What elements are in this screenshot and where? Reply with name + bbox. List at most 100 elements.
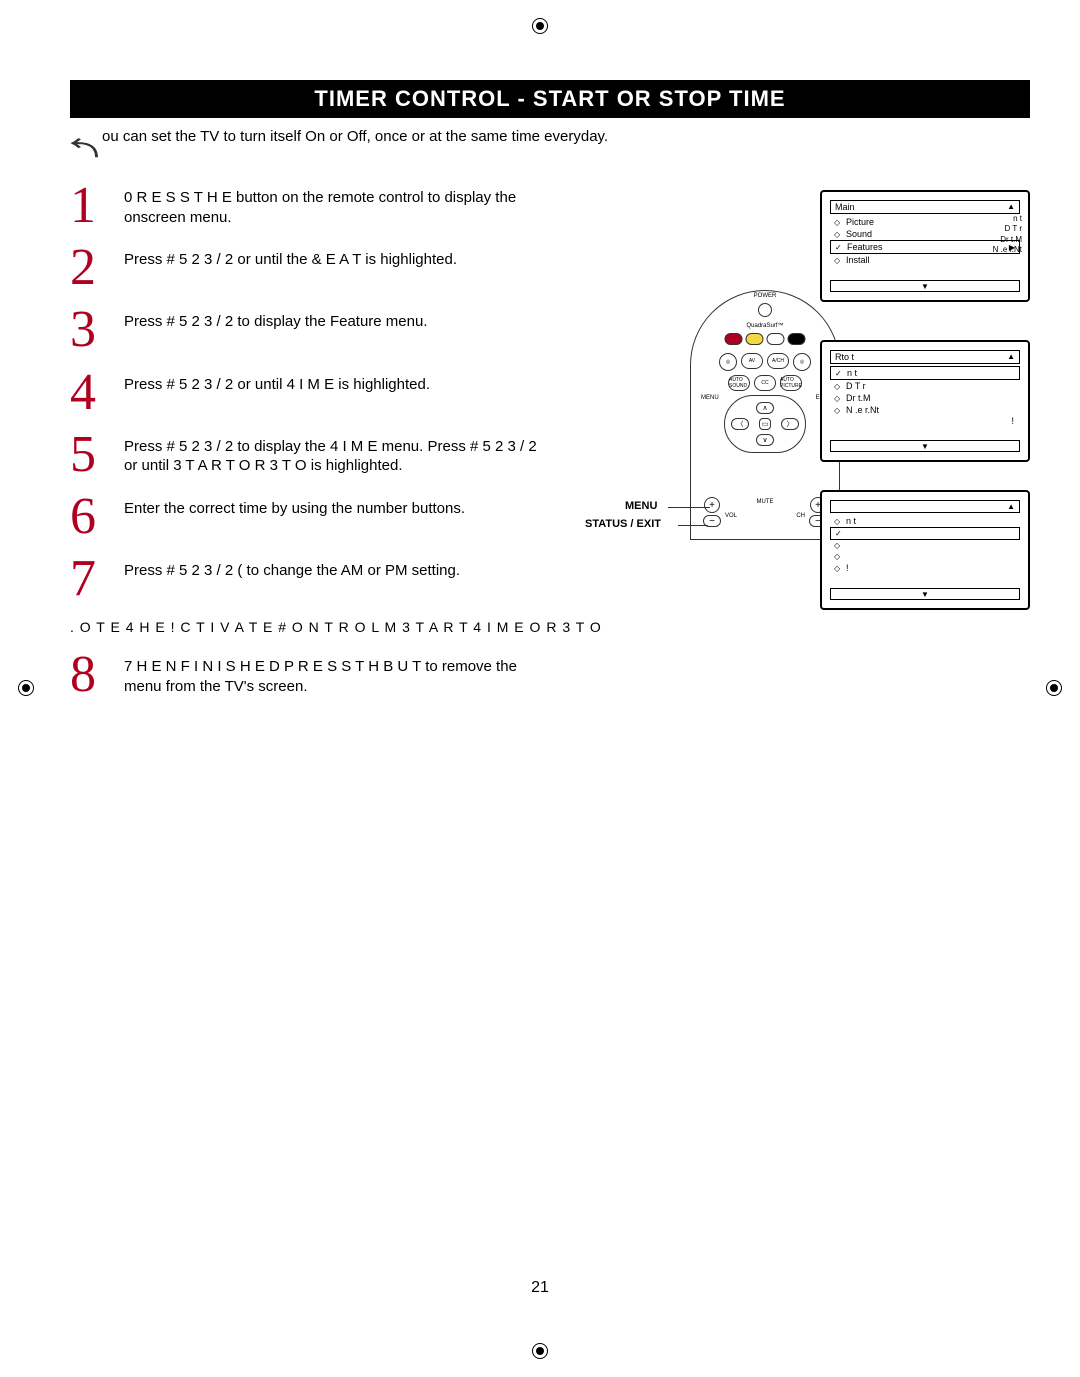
- arrow-down-icon: ▼: [921, 442, 929, 451]
- menu-item: ◇ !: [830, 562, 1020, 574]
- dpad-icon: ∧ ∨ 〈 〉 ▭: [724, 395, 806, 453]
- page-title: TIMER CONTROL - START OR STOP TIME: [70, 80, 1030, 118]
- menu-corner-label: MENU: [701, 395, 719, 401]
- surf-buttons: [725, 333, 806, 345]
- diamond-icon: ◇: [834, 406, 842, 415]
- menu-item-label: Picture: [846, 217, 874, 227]
- side-text: N .e r.Nt: [993, 245, 1022, 255]
- remote-outline: POWER QuadraSurf™ ◎ AV A/CH ◎ AUTO SOUND…: [690, 290, 840, 540]
- surf-yellow-icon: [746, 333, 764, 345]
- button-row: ◎ AV A/CH ◎: [719, 353, 811, 371]
- diamond-icon: ◇: [834, 382, 842, 391]
- step-number: 8: [70, 653, 124, 697]
- menu-title-row: Main ▲: [830, 200, 1020, 214]
- note-text: . O T E 4 H E ! C T I V A T E # O N T R …: [70, 619, 1030, 635]
- step-number: 4: [70, 371, 124, 415]
- step-text: 7 H E N F I N I S H E D P R E S S T H B …: [124, 653, 554, 696]
- cursor-down-icon: ∨: [756, 434, 774, 446]
- menu-footer: ▼: [830, 440, 1020, 452]
- vol-plus-icon: +: [704, 497, 720, 513]
- surf-red-icon: [725, 333, 743, 345]
- button-row: AUTO SOUND CC AUTO PICTURE: [728, 375, 802, 391]
- step-number: 2: [70, 246, 124, 290]
- menu-item: ◇ n t: [830, 515, 1020, 527]
- check-icon: ✓: [835, 369, 843, 378]
- page-number: 21: [531, 1279, 549, 1297]
- menu-title: Main: [835, 202, 855, 212]
- arrow-down-icon: ▼: [921, 590, 929, 599]
- menu-footer: ▼: [830, 280, 1020, 292]
- menu-item: ◇Sound: [830, 228, 1020, 240]
- step-text: Press # 5 2 3 / 2 ( to change the AM or …: [124, 557, 554, 581]
- vol-label: VOL: [725, 513, 737, 519]
- diamond-icon: ◇: [834, 517, 842, 526]
- menu-item-label: D T r: [846, 381, 866, 391]
- spiral-button-icon: ◎: [793, 353, 811, 371]
- check-icon: ✓: [835, 529, 843, 538]
- intro-arrow-icon: ⤴: [64, 138, 104, 158]
- page-content: TIMER CONTROL - START OR STOP TIME ⤴ ou …: [70, 80, 1030, 716]
- registration-mark-icon: [532, 1343, 548, 1359]
- step-text: Press # 5 2 3 / 2 to display the Feature…: [124, 308, 554, 332]
- menu-item-selected: ✓: [830, 527, 1020, 540]
- arrow-down-icon: ▼: [921, 282, 929, 291]
- menu-right-text: !: [830, 416, 1020, 426]
- step-text: 0 R E S S T H E button on the remote con…: [124, 184, 554, 227]
- registration-mark-icon: [18, 680, 34, 696]
- osd-timer-menu: ▲ ◇ n t ✓ ◇ ◇ ◇ ! ▼: [820, 490, 1030, 610]
- menu-title: Rto t: [835, 352, 854, 362]
- step-number: 6: [70, 495, 124, 539]
- autosound-button: AUTO SOUND: [728, 375, 750, 391]
- side-text: D T r: [993, 224, 1022, 234]
- remote-diagram: MENU STATUS / EXIT POWER QuadraSurf™ ◎ A…: [630, 290, 840, 550]
- step-number: 7: [70, 557, 124, 601]
- step-text: Press # 5 2 3 / 2 or until 4 I M E is hi…: [124, 371, 554, 395]
- menu-item: ◇ D T r: [830, 380, 1020, 392]
- intro-text: ou can set the TV to turn itself On or O…: [102, 128, 608, 145]
- registration-mark-icon: [1046, 680, 1062, 696]
- ach-button: A/CH: [767, 353, 789, 369]
- menu-item: ◇: [830, 551, 1020, 562]
- menu-title-row: Rto t ▲: [830, 350, 1020, 364]
- step-text: Press # 5 2 3 / 2 to display the 4 I M E…: [124, 433, 554, 476]
- power-label: POWER: [754, 293, 777, 299]
- surf-button-icon: [767, 333, 785, 345]
- vol-minus-icon: −: [703, 515, 721, 527]
- power-button-icon: [758, 303, 772, 317]
- menu-item-label: Features: [847, 242, 883, 252]
- side-text: Dr t.M: [993, 235, 1022, 245]
- av-button: AV: [741, 353, 763, 369]
- menu-item: ◇Install: [830, 254, 1020, 266]
- title-text: TIMER CONTROL - START OR STOP TIME: [314, 86, 785, 111]
- step-number: 5: [70, 433, 124, 477]
- menu-item-label: Sound: [846, 229, 872, 239]
- arrow-up-icon: ▲: [1007, 352, 1015, 362]
- menu-item-label: N .e r.Nt: [846, 405, 879, 415]
- menu-side-column: n t D T r Dr t.M N .e r.Nt: [993, 214, 1022, 256]
- callout-status-exit: STATUS / EXIT: [585, 518, 661, 530]
- menu-item-label: !: [846, 563, 849, 573]
- cursor-right-icon: 〉: [781, 418, 799, 430]
- osd-features-menu: Rto t ▲ ✓ n t ◇ D T r ◇ Dr t.M ◇ N .e r.Nt !…: [820, 340, 1030, 462]
- autopicture-button: AUTO PICTURE: [780, 375, 802, 391]
- arrow-up-icon: ▲: [1007, 502, 1015, 511]
- menu-item: ◇Picture: [830, 216, 1020, 228]
- arrow-up-icon: ▲: [1007, 202, 1015, 212]
- menu-item-label: n t: [846, 516, 856, 526]
- menu-item-label: Dr t.M: [846, 393, 871, 403]
- ch-label: CH: [796, 513, 805, 519]
- menu-item-selected: ✓ n t: [830, 366, 1020, 380]
- menu-item-selected: ✓Features▶: [830, 240, 1020, 254]
- menu-item-label: n t: [847, 368, 857, 378]
- menu-title-row: ▲: [830, 500, 1020, 513]
- spiral-button-icon: ◎: [719, 353, 737, 371]
- diamond-icon: ◇: [834, 394, 842, 403]
- step-text: Enter the correct time by using the numb…: [124, 495, 554, 519]
- registration-mark-icon: [532, 18, 548, 34]
- step-number: 3: [70, 308, 124, 352]
- diamond-icon: ◇: [834, 256, 842, 265]
- quadrasurf-label: QuadraSurf™: [746, 323, 783, 329]
- diamond-icon: ◇: [834, 564, 842, 573]
- step-row: 8 7 H E N F I N I S H E D P R E S S T H …: [70, 653, 1030, 697]
- menu-item: ◇ Dr t.M: [830, 392, 1020, 404]
